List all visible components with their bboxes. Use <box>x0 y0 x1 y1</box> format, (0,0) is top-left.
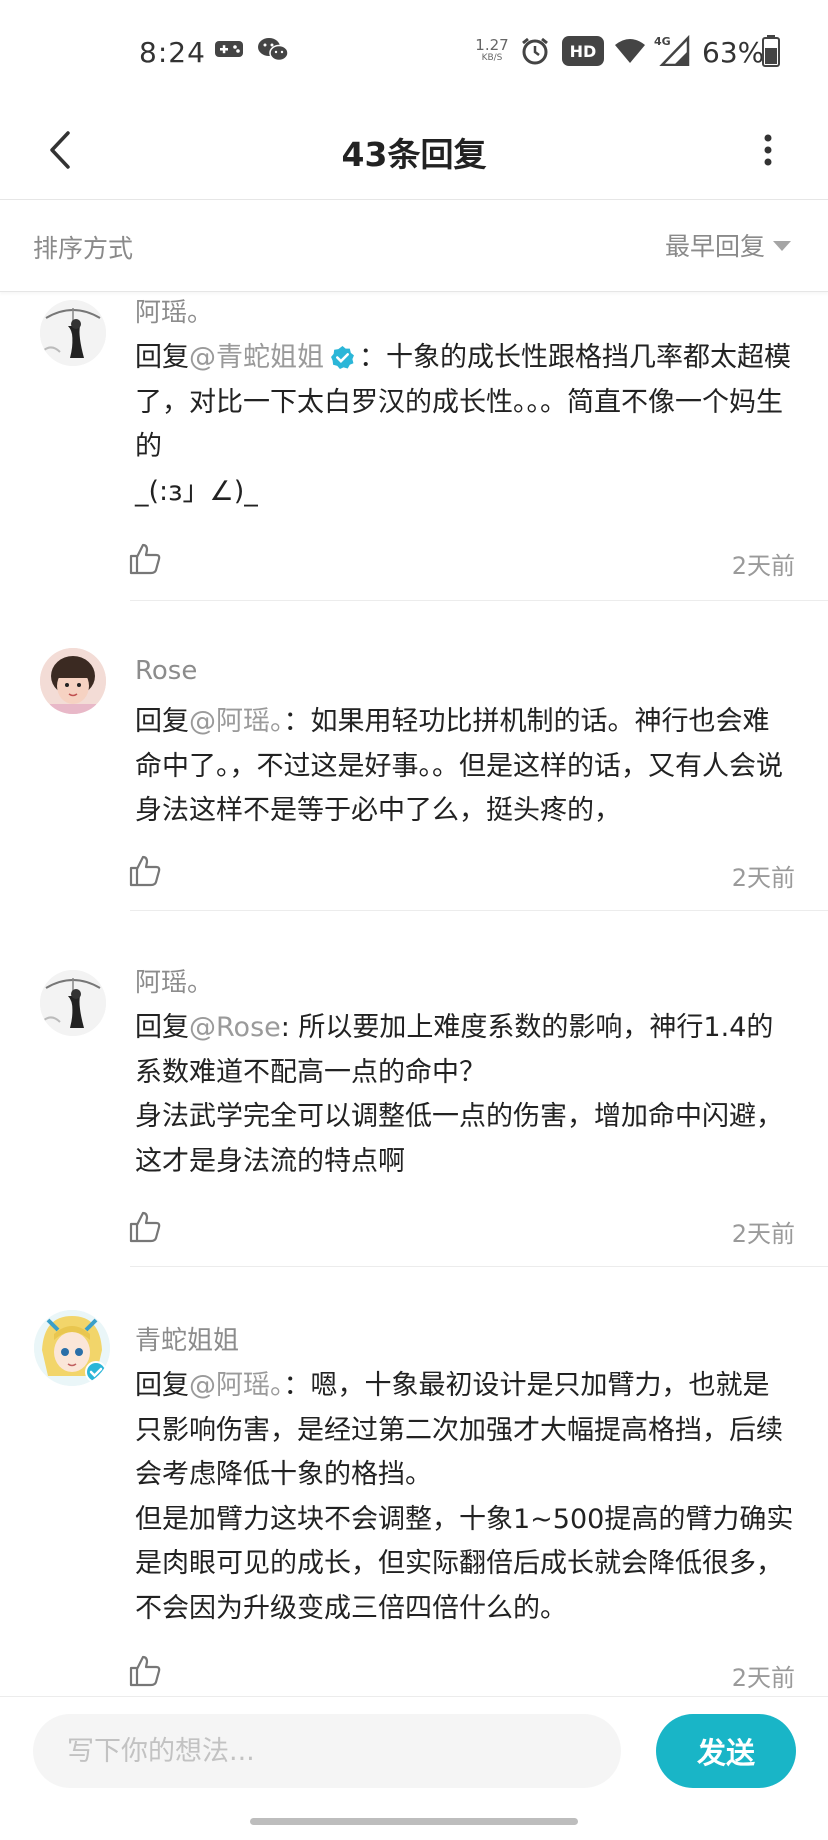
svg-text:HD: HD <box>570 42 597 61</box>
comment-item: 阿瑶。 回复@青蛇姐姐 ：十象的成长性跟格挡几率都太超模了，对比一下太白罗汉的成长… <box>0 292 828 602</box>
verified-badge-icon <box>331 346 354 369</box>
comment-author: Rose <box>135 656 198 686</box>
network-speed: 1.27 KB/S <box>475 36 509 64</box>
mention-link[interactable]: @阿瑶。 <box>189 706 284 737</box>
sort-dropdown[interactable]: 最早回复 <box>665 227 791 263</box>
alarm-icon <box>520 36 550 70</box>
comment-author: 青蛇姐姐 <box>135 1326 240 1356</box>
like-button[interactable] <box>128 1210 168 1250</box>
avatar[interactable] <box>40 648 106 714</box>
hd-icon: HD <box>562 36 604 70</box>
wifi-icon <box>614 38 646 68</box>
comment-author: 阿瑶。 <box>135 298 214 328</box>
comment-item: 青蛇姐姐 回复@阿瑶。：嗯，十象最初设计是只加臂力，也就是只影响伤害，是经过第二… <box>0 1268 828 1696</box>
comment-text: 回复@阿瑶。：嗯，十象最初设计是只加臂力，也就是只影响伤害，是经过第二次加强才大… <box>135 1364 795 1631</box>
more-vertical-icon <box>764 134 772 166</box>
comment-time: 2天前 <box>731 552 795 580</box>
reply-prefix: 回复 <box>135 342 189 373</box>
thumbs-up-icon <box>129 543 161 575</box>
reply-prefix: 回复 <box>135 1370 189 1401</box>
battery-icon <box>762 35 780 71</box>
thumbs-up-icon <box>129 855 161 887</box>
reply-prefix: 回复 <box>135 706 189 737</box>
more-options-button[interactable] <box>748 120 788 180</box>
comment-time: 2天前 <box>731 864 795 892</box>
send-button[interactable]: 发送 <box>656 1714 796 1788</box>
home-indicator[interactable] <box>250 1818 578 1825</box>
mention-link[interactable]: @青蛇姐姐 <box>189 342 324 373</box>
comment-time: 2天前 <box>731 1220 795 1248</box>
signal-icon: 4G <box>654 34 690 70</box>
status-time: 8:24 <box>139 36 206 69</box>
title-bar: 43条回复 <box>0 106 828 200</box>
divider <box>130 910 828 911</box>
like-button[interactable] <box>128 854 168 894</box>
sort-bar: 排序方式 最早回复 <box>0 200 828 292</box>
gamepad-icon <box>214 38 244 64</box>
divider <box>130 600 828 601</box>
comment-time: 2天前 <box>731 1664 795 1692</box>
comment-text: 回复@阿瑶。：如果用轻功比拼机制的话。神行也会难命中了。，不过这是好事。。但是这… <box>135 700 795 834</box>
caret-down-icon <box>773 241 791 251</box>
svg-text:4G: 4G <box>654 35 671 48</box>
avatar[interactable] <box>40 970 106 1036</box>
comment-content: ：嗯，十象最初设计是只加臂力，也就是只影响伤害，是经过第二次加强才大幅提高格挡，… <box>135 1370 794 1624</box>
sort-label: 排序方式 <box>33 234 134 263</box>
sort-selected-value: 最早回复 <box>664 232 765 261</box>
like-button[interactable] <box>128 1654 168 1694</box>
comment-item: Rose 回复@阿瑶。：如果用轻功比拼机制的话。神行也会难命中了。，不过这是好事… <box>0 602 828 912</box>
like-button[interactable] <box>128 542 168 582</box>
thumbs-up-icon <box>129 1211 161 1243</box>
comment-author: 阿瑶。 <box>135 968 214 998</box>
avatar[interactable] <box>40 300 106 366</box>
comment-input[interactable] <box>33 1714 621 1788</box>
composer-bar: 发送 <box>0 1696 828 1808</box>
comment-item: 阿瑶。 回复@Rose: 所以要加上难度系数的影响，神行1.4的系数难道不配高一… <box>0 912 828 1268</box>
mention-link[interactable]: @阿瑶。 <box>189 1370 284 1401</box>
mention-link[interactable]: @Rose <box>189 1012 281 1043</box>
avatar[interactable] <box>34 1310 110 1386</box>
reply-prefix: 回复 <box>135 1012 189 1043</box>
page-title: 43条回复 <box>341 135 487 174</box>
comment-text: 回复@青蛇姐姐 ：十象的成长性跟格挡几率都太超模了，对比一下太白罗汉的成长性。。。… <box>135 336 795 514</box>
divider <box>130 1266 828 1267</box>
thumbs-up-icon <box>129 1655 161 1687</box>
status-bar: 8:24 1.27 KB/S HD 4G 63% <box>0 0 828 106</box>
battery-percent: 63% <box>702 36 765 69</box>
wechat-icon <box>256 36 290 68</box>
comment-text: 回复@Rose: 所以要加上难度系数的影响，神行1.4的系数难道不配高一点的命中… <box>135 1006 795 1184</box>
